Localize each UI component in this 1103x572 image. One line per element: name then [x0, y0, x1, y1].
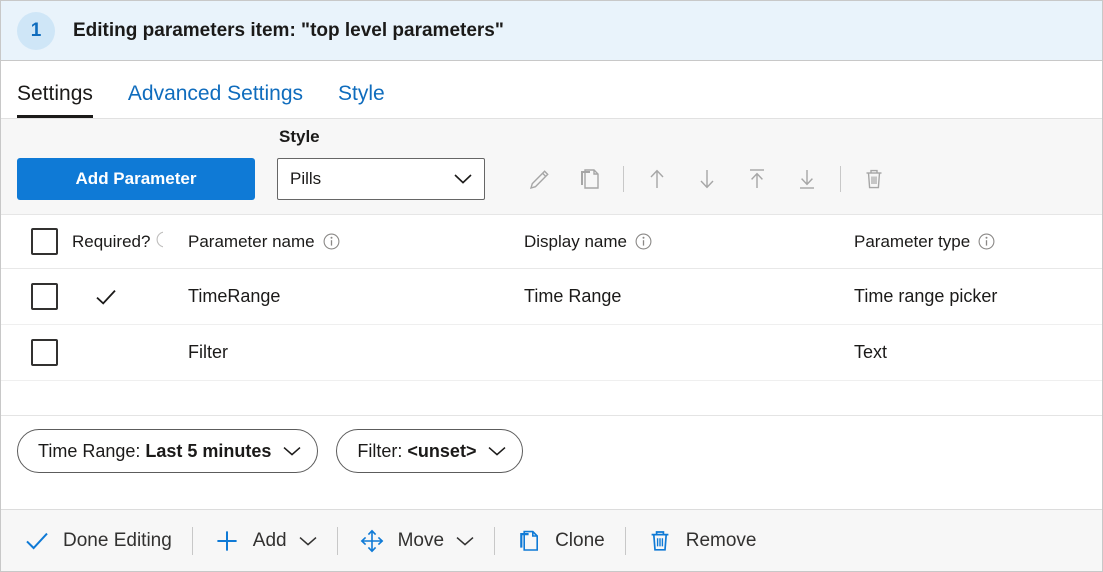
editor-header: 1 Editing parameters item: "top level pa… [1, 1, 1102, 61]
info-icon[interactable] [323, 233, 340, 250]
pill-filter-label: Filter: [357, 441, 402, 462]
parameters-editor-panel: 1 Editing parameters item: "top level pa… [0, 0, 1103, 572]
row-parameter-name: Filter [188, 342, 524, 363]
column-header-parameter-type-label: Parameter type [854, 232, 970, 252]
chevron-down-icon [283, 446, 301, 456]
remove-button[interactable]: Remove [646, 521, 757, 561]
row-select-checkbox[interactable] [31, 339, 58, 366]
row-parameter-type: Time range picker [854, 286, 1102, 307]
move-label: Move [398, 530, 444, 552]
edit-icon[interactable] [515, 158, 565, 200]
bottom-command-bar: Done Editing Add [1, 509, 1102, 571]
done-editing-button[interactable]: Done Editing [23, 521, 172, 561]
chevron-down-icon [454, 174, 472, 184]
move-down-icon[interactable] [682, 158, 732, 200]
move-arrows-icon [358, 528, 386, 554]
column-header-display-name-label: Display name [524, 232, 627, 252]
style-field-label: Style [279, 127, 320, 147]
clone-button[interactable]: Clone [515, 521, 605, 561]
add-parameter-button[interactable]: Add Parameter [17, 158, 255, 200]
info-icon[interactable] [635, 233, 652, 250]
chevron-down-icon [456, 536, 474, 546]
page-title: Editing parameters item: "top level para… [73, 20, 504, 42]
parameters-grid: Required? Parameter name D [1, 215, 1102, 416]
style-field-group: Style Pills [277, 158, 485, 200]
info-icon[interactable] [978, 233, 995, 250]
tab-style[interactable]: Style [338, 82, 385, 118]
column-header-required: Required? [58, 231, 188, 253]
move-up-icon[interactable] [632, 158, 682, 200]
delete-icon[interactable] [849, 158, 899, 200]
column-header-parameter-name-label: Parameter name [188, 232, 315, 252]
copy-icon [515, 528, 543, 554]
move-to-top-icon[interactable] [732, 158, 782, 200]
row-display-name: Time Range [524, 286, 854, 307]
add-button[interactable]: Add [213, 521, 317, 561]
style-dropdown-value: Pills [290, 169, 454, 189]
grid-empty-area [1, 381, 1102, 416]
row-parameter-name: TimeRange [188, 286, 524, 307]
done-editing-label: Done Editing [63, 530, 172, 552]
tab-bar: Settings Advanced Settings Style [1, 61, 1102, 119]
bottom-bar-separator [337, 527, 338, 555]
chevron-down-icon [299, 536, 317, 546]
tab-settings[interactable]: Settings [17, 82, 93, 118]
row-select-checkbox[interactable] [31, 283, 58, 310]
column-header-parameter-name: Parameter name [188, 232, 524, 252]
select-all-checkbox[interactable] [31, 228, 58, 255]
column-header-parameter-type: Parameter type [854, 232, 1102, 252]
add-label: Add [253, 530, 287, 552]
bottom-bar-separator [494, 527, 495, 555]
toolbar-separator [840, 166, 841, 192]
pill-time-range-value: Last 5 minutes [145, 441, 271, 462]
table-row[interactable]: Filter Text [1, 325, 1102, 381]
remove-label: Remove [686, 530, 757, 552]
style-dropdown[interactable]: Pills [277, 158, 485, 200]
row-parameter-type: Text [854, 342, 1102, 363]
bottom-bar-separator [192, 527, 193, 555]
check-icon [23, 531, 51, 551]
clone-label: Clone [555, 530, 605, 552]
tab-advanced-settings[interactable]: Advanced Settings [128, 82, 303, 118]
column-header-required-label: Required? [72, 232, 150, 252]
row-actions-icon-strip [515, 158, 899, 200]
chevron-down-icon [488, 446, 506, 456]
row-required-cell [58, 288, 188, 306]
command-toolbar: Add Parameter Style Pills [1, 119, 1102, 215]
step-number-badge: 1 [17, 12, 55, 50]
pill-time-range[interactable]: Time Range: Last 5 minutes [17, 429, 318, 473]
column-header-display-name: Display name [524, 232, 854, 252]
plus-icon [213, 529, 241, 553]
pill-time-range-label: Time Range: [38, 441, 140, 462]
grid-header-row: Required? Parameter name D [1, 215, 1102, 269]
table-row[interactable]: TimeRange Time Range Time range picker [1, 269, 1102, 325]
copy-icon[interactable] [565, 158, 615, 200]
pill-filter-value: <unset> [407, 441, 476, 462]
parameters-pill-preview: Time Range: Last 5 minutes Filter: <unse… [1, 416, 1102, 486]
move-to-bottom-icon[interactable] [782, 158, 832, 200]
info-icon[interactable] [156, 231, 163, 253]
pill-filter[interactable]: Filter: <unset> [336, 429, 523, 473]
bottom-bar-separator [625, 527, 626, 555]
move-button[interactable]: Move [358, 521, 474, 561]
check-icon [95, 288, 117, 306]
toolbar-separator [623, 166, 624, 192]
trash-icon [646, 528, 674, 554]
